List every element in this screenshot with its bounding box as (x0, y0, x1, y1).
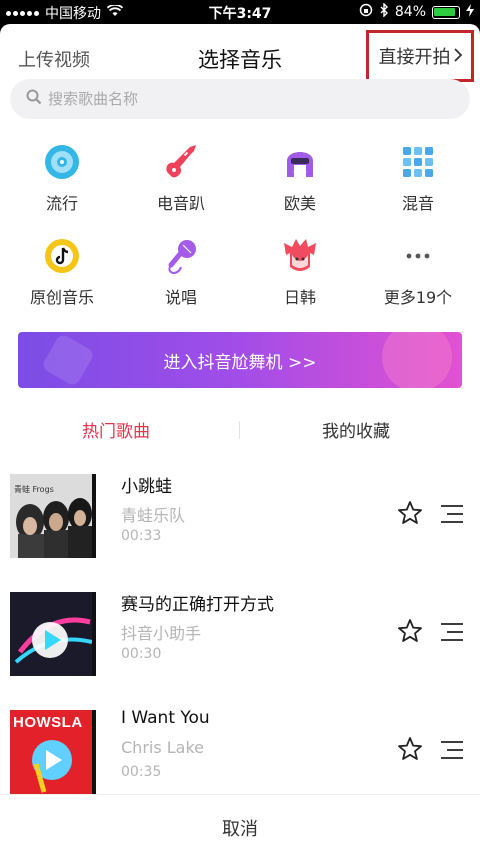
cover-edge (92, 592, 96, 676)
song-duration: 00:30 (121, 646, 162, 662)
tab-favorites[interactable]: 我的收藏 (322, 417, 390, 442)
electric-guitar-icon (161, 142, 201, 182)
vinyl-icon (42, 142, 82, 182)
song-row[interactable]: 赛马的正确打开方式 抖音小助手 00:30 (0, 580, 480, 690)
song-title: 小跳蛙 (121, 477, 172, 497)
cancel-button[interactable]: 取消 (0, 794, 480, 853)
search-icon (26, 89, 42, 109)
microphone-icon (161, 236, 201, 276)
category-label: 混音 (401, 194, 434, 213)
more-dots-icon (398, 236, 438, 276)
category-label: 日韩 (283, 288, 316, 307)
cover-edge (92, 710, 96, 794)
category-remix[interactable]: 混音 (363, 142, 473, 214)
category-pop[interactable]: 流行 (7, 142, 117, 214)
dance-machine-banner[interactable]: 进入抖音尬舞机 >> (18, 332, 462, 388)
cover-edge (92, 474, 96, 558)
mixer-grid-icon (398, 142, 438, 182)
cover-text: 青蛙 Frogs (14, 485, 54, 494)
song-duration: 00:35 (121, 764, 162, 780)
category-rap[interactable]: 说唱 (126, 236, 236, 308)
search-input[interactable] (48, 90, 428, 108)
favorite-star-icon[interactable] (397, 736, 423, 762)
song-row[interactable]: 青蛙 Frogs 小跳蛙 青蛙乐队 00:33 (0, 462, 480, 572)
banner-label: 进入抖音尬舞机 >> (163, 352, 317, 373)
banner-decoration (40, 332, 96, 388)
song-artist: Chris Lake (121, 738, 205, 757)
dj-headphones-icon (280, 142, 320, 182)
category-jpkr[interactable]: 日韩 (245, 236, 355, 308)
song-title: I Want You (121, 708, 210, 728)
search-bar[interactable] (10, 79, 470, 119)
music-picker-sheet: 上传视频 选择音乐 直接开拍 流行 电音趴 (0, 24, 480, 853)
category-edm[interactable]: 电音趴 (126, 142, 236, 214)
category-original[interactable]: 原创音乐 (7, 236, 117, 308)
charging-icon (466, 3, 474, 21)
direct-shoot-button[interactable]: 直接开拍 (366, 30, 474, 82)
battery-percent: 84% (394, 4, 426, 20)
orientation-lock-icon (359, 3, 373, 21)
category-label: 说唱 (164, 288, 197, 307)
category-label: 原创音乐 (29, 288, 94, 307)
album-cover: 青蛙 Frogs (10, 474, 96, 558)
favorite-star-icon[interactable] (397, 618, 423, 644)
chevron-right-icon (453, 46, 462, 67)
status-bar: 中国移动 下午3:47 84% (0, 0, 480, 24)
category-label: 欧美 (283, 194, 316, 213)
tiktok-note-icon (42, 236, 82, 276)
song-row[interactable]: HOWSLA I Want You Chris Lake 00:35 (0, 698, 480, 808)
favorite-star-icon[interactable] (397, 500, 423, 526)
song-menu-icon[interactable] (440, 621, 464, 643)
song-artist: 抖音小助手 (121, 624, 202, 643)
song-artist: 青蛙乐队 (121, 506, 186, 525)
song-title: 赛马的正确打开方式 (121, 595, 274, 615)
tab-hot-songs[interactable]: 热门歌曲 (82, 417, 150, 442)
category-label: 更多19个 (383, 288, 453, 307)
cover-text: HOWSLA (13, 714, 83, 731)
song-tabs: 热门歌曲 我的收藏 (0, 409, 480, 449)
category-label: 流行 (45, 194, 78, 213)
header: 上传视频 选择音乐 直接开拍 (0, 24, 480, 86)
category-more[interactable]: 更多19个 (363, 236, 473, 308)
banner-planet-decoration (382, 332, 452, 388)
bluetooth-icon (379, 2, 389, 21)
album-cover: HOWSLA (10, 710, 96, 794)
battery-icon (432, 5, 460, 19)
song-menu-icon[interactable] (440, 503, 464, 525)
direct-shoot-label: 直接开拍 (378, 47, 451, 68)
song-menu-icon[interactable] (440, 739, 464, 761)
song-duration: 00:33 (121, 528, 162, 544)
category-western[interactable]: 欧美 (245, 142, 355, 214)
anime-hair-icon (280, 236, 320, 276)
album-cover (10, 592, 96, 676)
category-label: 电音趴 (156, 194, 205, 213)
tab-divider (239, 421, 240, 439)
